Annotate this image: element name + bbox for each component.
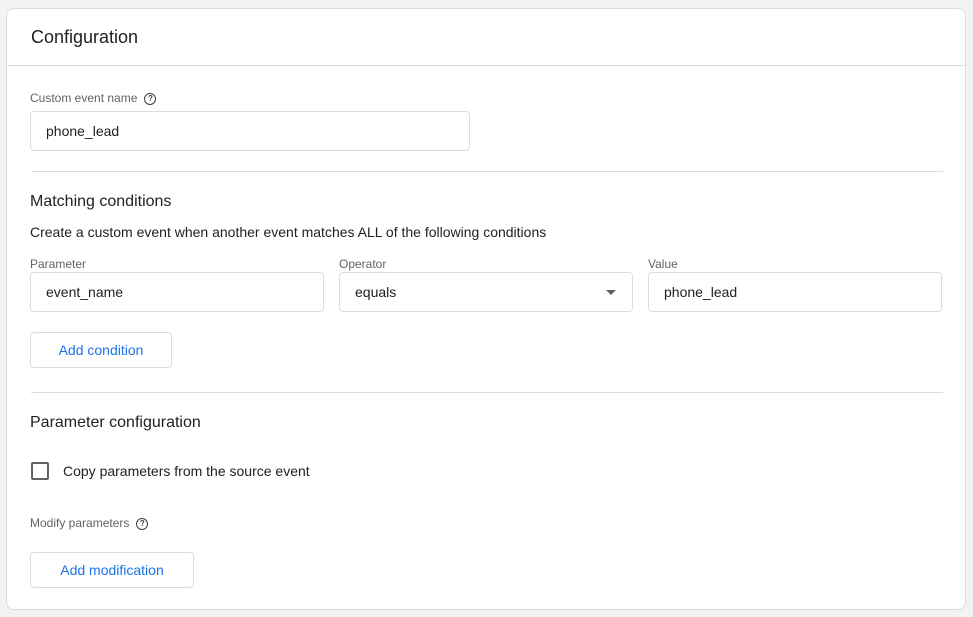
custom-event-name-label-row: Custom event name? (30, 91, 157, 105)
copy-parameters-label[interactable]: Copy parameters from the source event (63, 463, 310, 479)
modify-parameters-label-row: Modify parameters? (30, 516, 149, 530)
custom-event-name-input[interactable]: phone_lead (30, 111, 470, 151)
modify-parameters-label: Modify parameters (30, 516, 130, 530)
condition-parameter-input[interactable]: event_name (30, 272, 324, 312)
help-circle-icon[interactable]: ? (144, 92, 157, 105)
divider (31, 392, 943, 393)
add-condition-button[interactable]: Add condition (30, 332, 172, 368)
matching-conditions-description: Create a custom event when another event… (30, 224, 547, 240)
parameter-column-label: Parameter (30, 257, 87, 271)
value-column-label: Value (648, 257, 678, 271)
parameter-configuration-title: Parameter configuration (30, 414, 201, 431)
operator-column-label: Operator (339, 257, 387, 271)
custom-event-name-label: Custom event name (30, 91, 138, 105)
configuration-card: Configuration Custom event name? phone_l… (6, 8, 966, 610)
condition-operator-select[interactable]: equals (339, 272, 633, 312)
dropdown-arrow-icon (606, 290, 616, 295)
card-header: Configuration (7, 9, 965, 66)
condition-operator-value: equals (355, 284, 397, 300)
divider (31, 171, 943, 172)
help-circle-icon[interactable]: ? (136, 517, 149, 530)
add-modification-button[interactable]: Add modification (30, 552, 194, 588)
copy-parameters-checkbox[interactable] (31, 462, 49, 480)
condition-value-input[interactable]: phone_lead (648, 272, 942, 312)
matching-conditions-title: Matching conditions (30, 193, 172, 210)
card-title: Configuration (31, 26, 139, 47)
